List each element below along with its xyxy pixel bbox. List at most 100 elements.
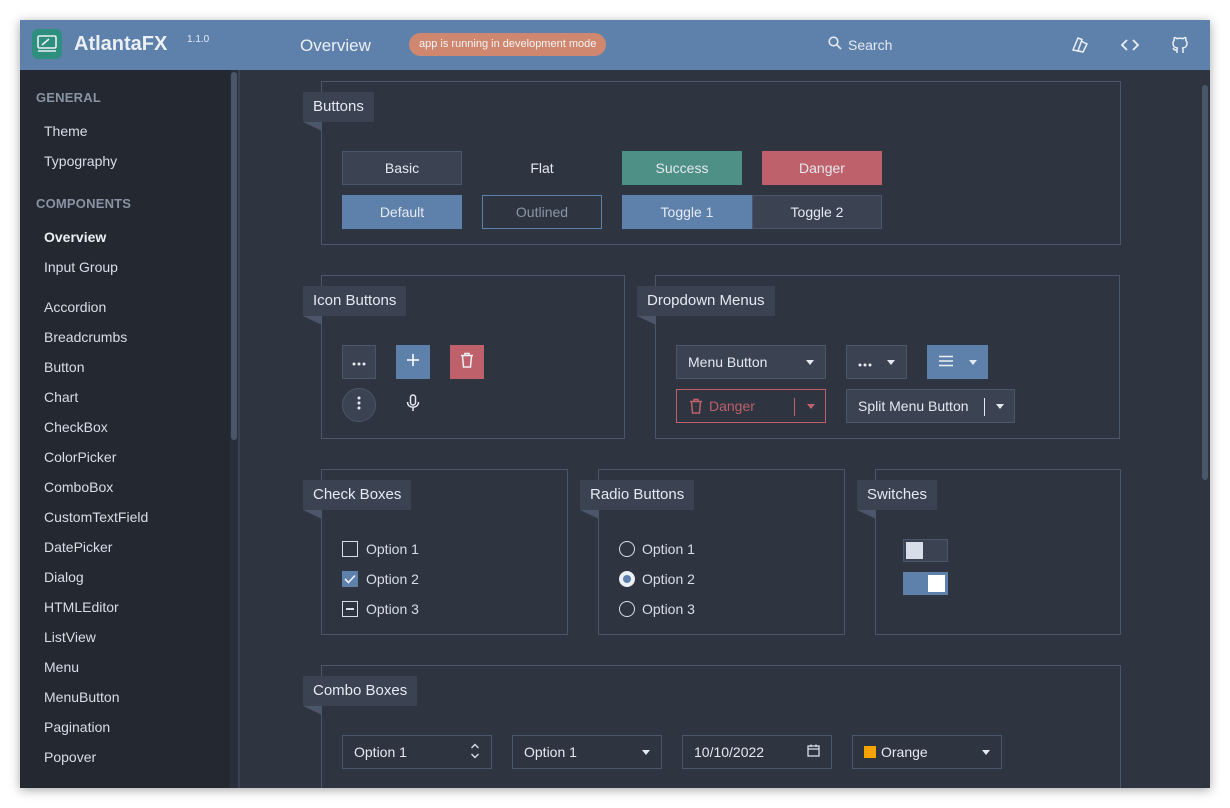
spinner-arrows-icon[interactable]	[470, 742, 480, 763]
outlined-button[interactable]: Outlined	[482, 195, 602, 229]
chevron-down-icon[interactable]	[807, 404, 815, 409]
indeterminate-icon[interactable]	[342, 601, 358, 617]
search-button[interactable]: Search	[828, 36, 892, 53]
trash-icon-button[interactable]	[450, 345, 484, 379]
vertical-dots-icon-button[interactable]	[342, 388, 376, 422]
check-boxes-card: Check Boxes Option 1 Option 2 Option 3	[303, 469, 568, 635]
icon-buttons-card: Icon Buttons	[303, 275, 625, 439]
radio-unselected[interactable]	[619, 601, 635, 617]
danger-split-menu-button[interactable]: Danger	[676, 389, 826, 423]
icon-buttons-card-title: Icon Buttons	[303, 286, 407, 325]
checkbox-label: Option 3	[366, 601, 419, 617]
radio-option-2[interactable]: Option 2	[619, 571, 695, 587]
dropdown-menus-card: Dropdown Menus Menu Button Danger Split …	[637, 275, 1120, 439]
ellipsis-icon-button[interactable]	[342, 345, 376, 379]
checkbox-option-1[interactable]: Option 1	[342, 541, 419, 557]
combo-value: Option 1	[524, 744, 577, 760]
hamburger-menu-button[interactable]	[927, 345, 988, 379]
basic-button[interactable]: Basic	[342, 151, 462, 185]
radio-selected[interactable]	[619, 571, 635, 587]
split-divider	[984, 398, 985, 416]
combo-box[interactable]: Option 1	[512, 735, 662, 769]
toggle-1-button[interactable]: Toggle 1	[622, 195, 752, 229]
content-scrollbar-thumb[interactable]	[1202, 85, 1208, 480]
default-button[interactable]: Default	[342, 195, 462, 229]
chevron-down-icon	[887, 359, 895, 365]
sidebar-item-chart[interactable]: Chart	[44, 389, 78, 405]
microphone-icon-button[interactable]	[396, 388, 430, 422]
sidebar-item-accordion[interactable]: Accordion	[44, 299, 106, 315]
sidebar-item-listview[interactable]: ListView	[44, 629, 96, 645]
sidebar-item-combobox[interactable]: ComboBox	[44, 479, 113, 495]
sidebar-item-menubutton[interactable]: MenuButton	[44, 689, 120, 705]
radio-unselected[interactable]	[619, 541, 635, 557]
menu-button[interactable]: Menu Button	[676, 345, 826, 379]
date-value: 10/10/2022	[694, 744, 765, 760]
radio-buttons-card-title: Radio Buttons	[580, 480, 695, 519]
checkmark-icon[interactable]	[342, 571, 358, 587]
toggle-2-button[interactable]: Toggle 2	[752, 195, 882, 229]
search-icon	[828, 36, 842, 53]
dev-mode-badge: app is running in development mode	[409, 33, 607, 56]
combo-boxes-card-title: Combo Boxes	[303, 676, 418, 715]
switch-on[interactable]	[903, 572, 948, 595]
sidebar-item-customtextfield[interactable]: CustomTextField	[44, 509, 148, 525]
sidebar-item-overview[interactable]: Overview	[44, 229, 106, 245]
sidebar-item-dialog[interactable]: Dialog	[44, 569, 84, 585]
sidebar-item-popover[interactable]: Popover	[44, 749, 96, 765]
sidebar-item-input-group[interactable]: Input Group	[44, 259, 118, 275]
theme-icon[interactable]	[1069, 34, 1091, 56]
checkbox-unchecked[interactable]	[342, 541, 358, 557]
ellipsis-icon	[858, 354, 872, 370]
spinner-field[interactable]: Option 1	[342, 735, 492, 769]
header-bar: AtlantaFX 1.1.0 Overview app is running …	[20, 20, 1210, 70]
sidebar-item-pagination[interactable]: Pagination	[44, 719, 110, 735]
checkbox-option-2[interactable]: Option 2	[342, 571, 419, 587]
sidebar-item-button[interactable]: Button	[44, 359, 84, 375]
trash-icon	[689, 398, 703, 414]
app-version: 1.1.0	[187, 34, 210, 45]
sidebar-item-typography[interactable]: Typography	[44, 153, 117, 169]
switch-knob	[906, 542, 923, 559]
spinner-value: Option 1	[354, 744, 407, 760]
app-name: AtlantaFX	[74, 33, 168, 55]
search-label: Search	[848, 36, 893, 53]
danger-button[interactable]: Danger	[762, 151, 882, 185]
color-picker[interactable]: Orange	[852, 735, 1002, 769]
sidebar-item-breadcrumbs[interactable]: Breadcrumbs	[44, 329, 127, 345]
date-picker[interactable]: 10/10/2022	[682, 735, 832, 769]
chevron-down-icon	[982, 749, 990, 755]
radio-option-1[interactable]: Option 1	[619, 541, 695, 557]
split-menu-button-label: Split Menu Button	[858, 398, 969, 414]
chevron-down-icon	[642, 749, 650, 755]
sidebar-item-htmleditor[interactable]: HTMLEditor	[44, 599, 119, 615]
radio-option-3[interactable]: Option 3	[619, 601, 695, 617]
sidebar-item-checkbox[interactable]: CheckBox	[44, 419, 108, 435]
checkbox-option-3[interactable]: Option 3	[342, 601, 419, 617]
plus-icon-button[interactable]	[396, 345, 430, 379]
sidebar-item-colorpicker[interactable]: ColorPicker	[44, 449, 116, 465]
sidebar-scrollbar-thumb[interactable]	[231, 72, 237, 440]
buttons-card: Buttons Basic Flat Success Danger Defaul…	[303, 81, 1121, 245]
sidebar: GENERAL Theme Typography COMPONENTS Over…	[20, 70, 238, 788]
checkbox-label: Option 1	[366, 541, 419, 557]
radio-label: Option 1	[642, 541, 695, 557]
vertical-dots-icon	[357, 396, 361, 415]
chevron-down-icon[interactable]	[996, 404, 1004, 409]
plus-icon	[406, 353, 420, 372]
sidebar-item-theme[interactable]: Theme	[44, 123, 88, 139]
success-button[interactable]: Success	[622, 151, 742, 185]
sidebar-item-datepicker[interactable]: DatePicker	[44, 539, 112, 555]
ellipsis-icon	[352, 353, 366, 371]
sidebar-item-menu[interactable]: Menu	[44, 659, 79, 675]
github-icon[interactable]	[1169, 34, 1191, 56]
flat-button[interactable]: Flat	[482, 151, 602, 185]
split-menu-button[interactable]: Split Menu Button	[846, 389, 1015, 423]
buttons-card-title: Buttons	[303, 92, 374, 131]
switch-knob	[928, 575, 945, 592]
switch-off[interactable]	[903, 539, 948, 562]
ellipsis-menu-button[interactable]	[846, 345, 907, 379]
code-icon[interactable]	[1119, 34, 1141, 56]
calendar-icon[interactable]	[807, 744, 820, 760]
hamburger-icon	[938, 354, 954, 370]
